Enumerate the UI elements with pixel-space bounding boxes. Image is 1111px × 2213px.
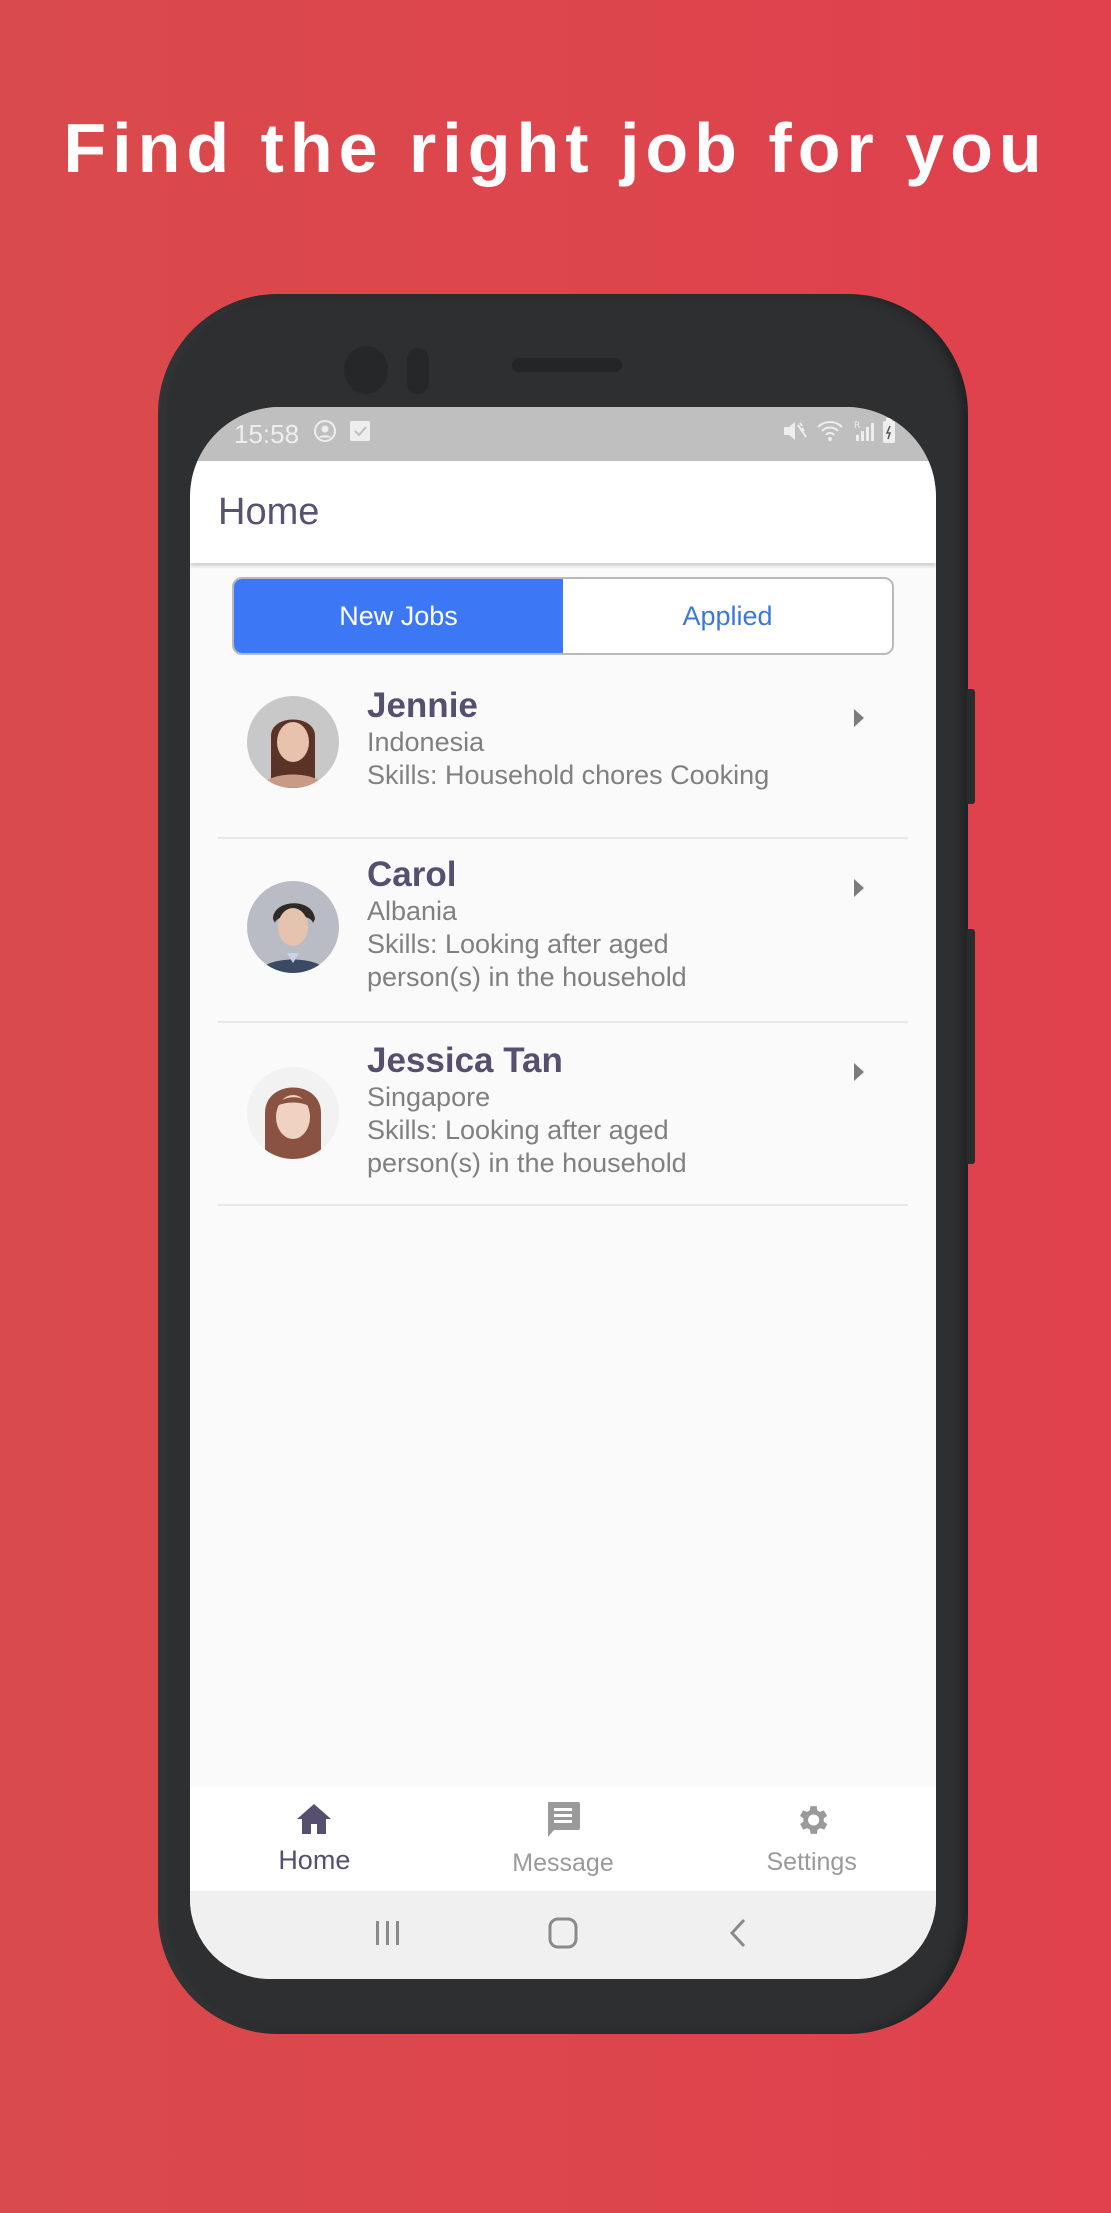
avatar bbox=[247, 1067, 339, 1159]
nav-message-label: Message bbox=[512, 1849, 614, 1877]
system-home-button[interactable] bbox=[533, 1905, 593, 1965]
list-item[interactable]: Jennie Indonesia Skills: Household chore… bbox=[218, 669, 908, 839]
status-bar: 15:58 R bbox=[190, 407, 936, 461]
front-camera bbox=[344, 346, 388, 394]
candidate-name: Jessica Tan bbox=[367, 1041, 563, 1080]
wifi-icon bbox=[816, 419, 844, 450]
bottom-navigation: Home Message Settings bbox=[190, 1787, 936, 1891]
system-navigation-bar bbox=[190, 1891, 936, 1979]
account-circle-icon bbox=[313, 419, 337, 450]
battery-charging-icon bbox=[882, 417, 896, 451]
app-bar: Home bbox=[190, 461, 936, 563]
chevron-right-icon bbox=[854, 1063, 864, 1081]
candidate-info: Carol Albania Skills: Looking after aged… bbox=[367, 855, 908, 994]
back-icon bbox=[728, 1918, 748, 1953]
chevron-right-icon bbox=[854, 879, 864, 897]
home-circle-icon bbox=[548, 1917, 578, 1954]
back-button[interactable] bbox=[708, 1905, 768, 1965]
list-item[interactable]: Carol Albania Skills: Looking after aged… bbox=[218, 839, 908, 1023]
nav-settings[interactable]: Settings bbox=[687, 1787, 936, 1891]
svg-text:R: R bbox=[854, 421, 860, 431]
candidate-skills: Skills: Looking after aged person(s) in … bbox=[367, 929, 687, 992]
candidate-name: Carol bbox=[367, 855, 457, 894]
job-segment-control: New Jobs Applied bbox=[232, 577, 894, 655]
chevron-right-icon bbox=[854, 709, 864, 727]
candidate-country: Indonesia bbox=[367, 727, 485, 757]
tab-new-jobs[interactable]: New Jobs bbox=[234, 579, 563, 653]
candidate-country: Albania bbox=[367, 896, 458, 926]
candidate-name: Jennie bbox=[367, 686, 478, 725]
checkbox-icon bbox=[349, 419, 371, 450]
nav-message[interactable]: Message bbox=[439, 1787, 688, 1891]
nav-settings-label: Settings bbox=[766, 1848, 857, 1876]
message-icon bbox=[544, 1800, 582, 1845]
candidate-info: Jessica Tan Singapore Skills: Looking af… bbox=[367, 1041, 908, 1180]
phone-frame: 15:58 R Home New Jobs Applied Jennie Ind… bbox=[158, 294, 975, 2034]
signal-roaming-icon: R bbox=[852, 419, 874, 450]
nav-home-label: Home bbox=[278, 1845, 351, 1875]
earpiece-speaker bbox=[512, 358, 622, 372]
phone-screen: 15:58 R Home New Jobs Applied Jennie Ind… bbox=[190, 407, 936, 1979]
gear-icon bbox=[793, 1801, 831, 1844]
promo-headline: Find the right job for you bbox=[63, 109, 1048, 187]
candidate-country: Singapore bbox=[367, 1082, 491, 1112]
power-button bbox=[967, 929, 975, 1164]
status-time: 15:58 bbox=[234, 418, 300, 449]
tab-applied[interactable]: Applied bbox=[563, 579, 892, 653]
candidate-list: Jennie Indonesia Skills: Household chore… bbox=[218, 669, 908, 1206]
mute-vibrate-icon bbox=[782, 419, 808, 450]
candidate-info: Jennie Indonesia Skills: Household chore… bbox=[367, 686, 908, 792]
volume-button bbox=[967, 689, 975, 804]
nav-home[interactable]: Home bbox=[190, 1787, 439, 1891]
avatar bbox=[247, 881, 339, 973]
home-icon bbox=[295, 1802, 333, 1841]
recents-icon bbox=[373, 1919, 403, 1952]
candidate-skills: Skills: Looking after aged person(s) in … bbox=[367, 1115, 687, 1178]
recents-button[interactable] bbox=[358, 1905, 418, 1965]
page-title: Home bbox=[218, 490, 320, 533]
candidate-skills: Skills: Household chores Cooking bbox=[367, 760, 770, 790]
proximity-sensor bbox=[407, 348, 429, 394]
avatar bbox=[247, 696, 339, 788]
list-item[interactable]: Jessica Tan Singapore Skills: Looking af… bbox=[218, 1023, 908, 1206]
